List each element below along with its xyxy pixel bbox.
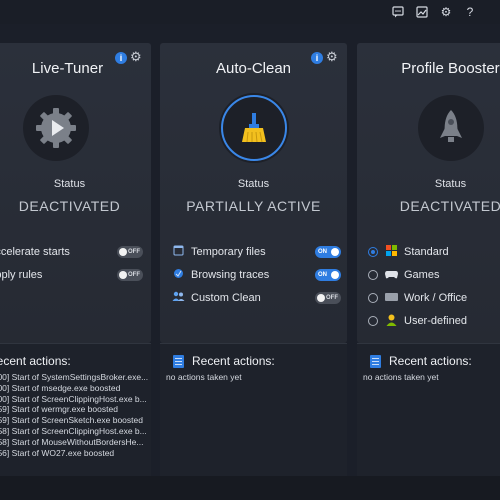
panel-title: Profile Booster <box>401 60 500 77</box>
radio-button[interactable] <box>368 270 378 280</box>
profile-user-defined[interactable]: User-defined <box>368 313 467 329</box>
temporary-files-toggle[interactable]: ON <box>315 246 341 258</box>
gear-icon[interactable]: ⚙ <box>438 4 454 20</box>
profile-label: Games <box>404 269 440 281</box>
profile-work-office[interactable]: Work / Office <box>368 290 467 306</box>
list-item: [..:00] Start of SystemSettingsBroker.ex… <box>0 372 149 382</box>
rocket-icon[interactable] <box>418 95 484 161</box>
option-browsing-traces: Browsing traces <box>171 267 269 283</box>
profile-booster-recent: Recent actions: no actions taken yet <box>357 343 500 476</box>
radio-button[interactable] <box>368 316 378 326</box>
status-value: DEACTIVATED <box>399 198 500 214</box>
radio-button[interactable] <box>368 247 378 257</box>
option-label: Temporary files <box>191 246 266 258</box>
settings-gear-icon[interactable]: ⚙ <box>130 49 142 65</box>
profile-standard[interactable]: Standard <box>368 244 449 260</box>
radio-button[interactable] <box>368 293 378 303</box>
document-icon <box>173 354 184 368</box>
broom-icon[interactable] <box>221 95 287 161</box>
recent-actions-heading: Recent actions: <box>173 354 275 368</box>
accelerate-starts-toggle[interactable]: OFF <box>117 246 143 258</box>
browser-icon <box>171 268 185 282</box>
option-temporary-files: Temporary files <box>171 244 266 260</box>
custom-clean-toggle[interactable]: OFF <box>315 292 341 304</box>
keyboard-icon <box>384 292 398 304</box>
profile-label: Standard <box>404 246 449 258</box>
recent-actions-list: [..:00] Start of SystemSettingsBroker.ex… <box>0 372 148 458</box>
list-item: [..:00] Start of msedge.exe boosted <box>0 382 121 393</box>
status-value: PARTIALLY ACTIVE <box>186 198 321 214</box>
toggle-state: OFF <box>128 249 140 255</box>
panel-title: Live-Tuner <box>31 60 104 77</box>
list-item: [..:00] Start of ScreenClippingHost.exe … <box>0 393 147 404</box>
option-custom-clean: Custom Clean <box>171 290 261 306</box>
option-label: Accelerate starts <box>0 246 70 258</box>
status-label: Status <box>434 178 467 190</box>
windows-icon <box>384 245 398 259</box>
profile-booster-panel: Profile Booster Status DEACTIVATED Stand… <box>357 43 500 343</box>
info-icon[interactable]: i <box>311 52 323 64</box>
status-value: DEACTIVATED <box>18 198 121 214</box>
user-icon <box>384 314 398 329</box>
info-icon[interactable]: i <box>115 52 127 64</box>
list-item: [..:58] Start of MouseWithoutBordersHe..… <box>0 436 144 447</box>
users-icon <box>171 291 185 305</box>
recent-title: Recent actions: <box>192 354 275 368</box>
recent-actions-heading: Recent actions: <box>0 354 71 368</box>
document-icon <box>370 354 381 368</box>
recent-actions-empty: no actions taken yet <box>166 372 242 382</box>
profile-games[interactable]: Games <box>368 267 439 283</box>
live-tuner-recent: Recent actions: [..:00] Start of SystemS… <box>0 343 151 476</box>
toggle-state: ON <box>318 249 327 255</box>
toggle-state: ON <box>318 272 327 278</box>
auto-clean-recent: Recent actions: no actions taken yet <box>160 343 347 476</box>
gamepad-icon <box>384 269 398 282</box>
auto-clean-panel: Auto-Clean i ⚙ Status PARTIALLY ACTIVE T… <box>160 43 347 343</box>
option-label: Browsing traces <box>191 269 270 281</box>
list-item: [..:56] Start of WO27.exe boosted <box>0 447 115 458</box>
settings-gear-icon[interactable]: ⚙ <box>326 49 338 65</box>
apply-rules-toggle[interactable]: OFF <box>117 269 143 281</box>
toggle-state: OFF <box>128 272 140 278</box>
list-item: [..:58] Start of ScreenClippingHost.exe … <box>0 425 147 436</box>
recent-actions-heading: Recent actions: <box>370 354 472 368</box>
option-label: Apply rules <box>0 269 43 281</box>
status-bar <box>0 476 500 500</box>
chat-icon[interactable] <box>390 4 406 20</box>
toggle-state: OFF <box>326 295 338 301</box>
temp-files-icon <box>171 245 185 259</box>
list-item: [..:59] Start of wermgr.exe boosted <box>0 404 118 415</box>
status-label: Status <box>237 178 270 190</box>
image-icon[interactable] <box>414 4 430 20</box>
recent-title: Recent actions: <box>0 354 71 368</box>
option-label: Custom Clean <box>191 292 261 304</box>
profile-label: Work / Office <box>404 292 468 304</box>
profile-label: User-defined <box>404 315 467 327</box>
browsing-traces-toggle[interactable]: ON <box>315 269 341 281</box>
list-item: [..:59] Start of ScreenSketch.exe booste… <box>0 415 143 426</box>
live-tuner-panel: Live-Tuner i ⚙ Status DEACTIVATED Accele… <box>0 43 151 343</box>
option-accelerate-starts: Accelerate starts <box>0 244 70 260</box>
gear-play-icon[interactable] <box>23 95 89 161</box>
help-icon[interactable]: ? <box>462 4 478 20</box>
recent-actions-empty: no actions taken yet <box>363 372 439 382</box>
option-apply-rules: Apply rules <box>0 267 42 283</box>
recent-title: Recent actions: <box>389 354 472 368</box>
title-bar: ⚙ ? <box>0 0 500 24</box>
status-label: Status <box>53 178 86 190</box>
